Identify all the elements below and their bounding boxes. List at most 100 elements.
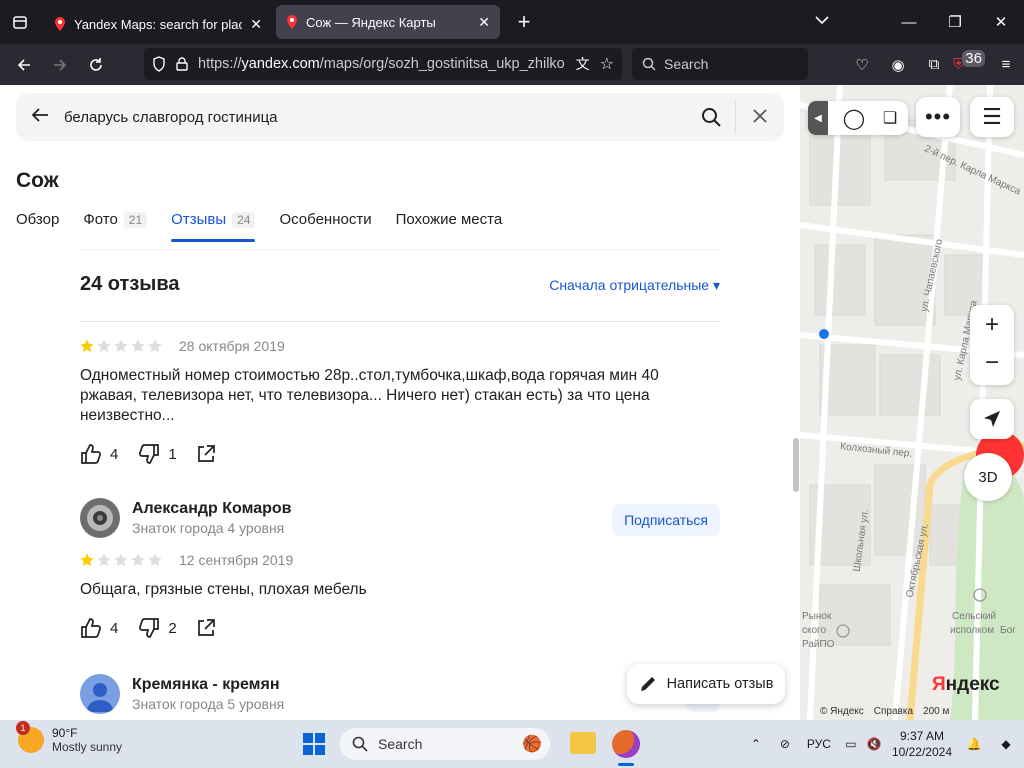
author-name[interactable]: Кремянка - кремян	[132, 676, 284, 694]
menu-hamburger-icon[interactable]: ≡	[988, 56, 1024, 73]
back-arrow-icon[interactable]	[16, 106, 64, 129]
share-icon	[197, 445, 215, 462]
subscribe-button[interactable]: Подписаться	[612, 504, 720, 536]
tab-list-icon[interactable]	[0, 0, 40, 44]
review-item: 28 октября 2019 Одноместный номер стоимо…	[80, 338, 720, 464]
panorama-icon[interactable]: ❏	[872, 108, 908, 128]
layers-icon[interactable]: ◯	[836, 106, 872, 131]
minimize-icon[interactable]: —	[886, 14, 932, 31]
extension-badge: 36	[962, 50, 985, 67]
rating-stars: 28 октября 2019	[80, 338, 720, 354]
map-menu-button[interactable]: ☰	[970, 97, 1014, 137]
close-window-icon[interactable]: ✕	[978, 13, 1024, 31]
more-options-button[interactable]: •••	[916, 97, 960, 137]
write-review-button[interactable]: Написать отзыв	[627, 664, 785, 704]
network-off-icon[interactable]: ⊘	[770, 737, 800, 751]
share-icon	[197, 619, 215, 636]
file-explorer-icon[interactable]	[570, 732, 596, 754]
reload-icon[interactable]	[78, 47, 114, 83]
extensions-icon[interactable]: ⧉	[916, 56, 952, 73]
avatar[interactable]	[80, 674, 120, 714]
volume-icon[interactable]: 🔇	[864, 737, 884, 751]
firefox-icon[interactable]	[612, 730, 640, 758]
maximize-icon[interactable]: ❐	[932, 13, 978, 31]
locate-me-button[interactable]	[970, 399, 1014, 439]
browser-tab-yandex-maps[interactable]: Yandex Maps: search for places, ✕	[44, 6, 272, 42]
thumbs-up-icon	[81, 618, 101, 638]
menu-hamburger-icon: ☰	[982, 104, 1002, 129]
pocket-icon[interactable]: ♡	[844, 56, 880, 74]
divider	[80, 321, 720, 322]
review-item: Кремянка - кремян Знаток города 5 уровня…	[80, 674, 720, 714]
taskbar-search[interactable]: Search 🏀	[340, 728, 550, 760]
tab-photos[interactable]: Фото 21	[83, 211, 148, 242]
dislike-button[interactable]: 2	[138, 618, 177, 638]
share-button[interactable]	[197, 445, 215, 463]
weather-widget[interactable]: 1 90°F Mostly sunny	[16, 721, 123, 754]
sort-dropdown[interactable]: Сначала отрицательные ▾	[549, 277, 720, 294]
new-tab-button[interactable]: +	[506, 4, 542, 40]
language-indicator[interactable]: РУС	[800, 737, 838, 751]
collapse-panel-icon[interactable]: ◀	[808, 101, 828, 135]
scrollbar[interactable]	[792, 150, 800, 720]
back-arrow-icon[interactable]	[6, 47, 42, 83]
zoom-out-button[interactable]: −	[985, 345, 999, 385]
tab-reviews[interactable]: Отзывы 24	[171, 211, 256, 242]
ublock-icon[interactable]: ⛨36	[952, 50, 988, 73]
star-filled-icon	[80, 553, 94, 566]
close-tab-icon[interactable]: ✕	[250, 16, 262, 33]
help-link[interactable]: Справка	[874, 706, 913, 717]
tab-overview[interactable]: Обзор	[16, 211, 59, 242]
shield-icon[interactable]	[152, 56, 166, 72]
author-name[interactable]: Александр Комаров	[132, 500, 291, 518]
active-app-indicator	[618, 763, 634, 766]
chevron-up-icon[interactable]: ⌃	[742, 737, 770, 751]
share-button[interactable]	[197, 619, 215, 637]
sun-icon: 1	[16, 721, 44, 753]
dislike-count: 1	[168, 445, 177, 463]
translate-icon[interactable]: 文	[576, 54, 590, 74]
dislike-button[interactable]: 1	[138, 444, 177, 464]
search-icon[interactable]	[687, 107, 735, 127]
bookmark-star-icon[interactable]: ☆	[600, 54, 614, 74]
maps-search-box[interactable]: беларусь славгород гостиница	[16, 93, 784, 141]
tab-title: Сож — Яндекс Карты	[306, 14, 436, 30]
write-review-label: Написать отзыв	[666, 676, 774, 692]
avatar[interactable]	[80, 498, 120, 538]
time: 9:37 AM	[899, 729, 944, 743]
browser-search-input[interactable]: Search	[632, 48, 808, 80]
mode-3d-label: 3D	[978, 468, 998, 486]
list-all-tabs-icon[interactable]	[815, 12, 829, 28]
star-empty-icon	[131, 553, 145, 566]
tab-features[interactable]: Особенности	[279, 211, 371, 242]
close-tab-icon[interactable]: ✕	[478, 14, 490, 31]
zoom-in-button[interactable]: +	[985, 305, 999, 345]
star-empty-icon	[148, 339, 162, 352]
scrollbar-thumb[interactable]	[793, 438, 799, 492]
star-empty-icon	[114, 339, 128, 352]
map-view[interactable]: 2-й пер. Карла Маркса ул. Чапаевского ул…	[800, 85, 1024, 720]
notification-bell-icon[interactable]: 🔔	[960, 737, 988, 751]
review-text: Общага, грязные стены, плохая мебель	[80, 581, 367, 598]
close-icon[interactable]	[736, 106, 784, 129]
forward-arrow-icon[interactable]	[42, 47, 78, 83]
clock[interactable]: 9:37 AM 10/22/2024	[892, 728, 952, 760]
weather-desc: Mostly sunny	[52, 740, 123, 754]
tab-title: Yandex Maps: search for places,	[74, 16, 243, 32]
like-button[interactable]: 4	[80, 618, 118, 638]
tab-similar-places[interactable]: Похожие места	[396, 211, 503, 242]
search-query[interactable]: беларусь славгород гостиница	[64, 109, 687, 126]
start-menu-icon[interactable]	[302, 732, 326, 756]
map-3d-button[interactable]: 3D	[964, 453, 1012, 501]
search-highlight-icon: 🏀	[522, 736, 542, 753]
browser-tab-sozh[interactable]: Сож — Яндекс Карты ✕	[276, 5, 500, 39]
url-bar[interactable]: https://yandex.com/maps/org/sozh_gostini…	[144, 48, 622, 80]
url-text: https://yandex.com/maps/org/sozh_gostini…	[198, 56, 565, 72]
map-pin-icon	[55, 17, 65, 31]
thumbs-down-icon	[139, 444, 160, 464]
screen-icon[interactable]: ▭	[838, 737, 864, 751]
like-button[interactable]: 4	[80, 444, 118, 464]
account-icon[interactable]: ◉	[880, 56, 916, 74]
copilot-icon[interactable]: ◆	[988, 737, 1024, 751]
lock-icon[interactable]	[176, 57, 188, 71]
